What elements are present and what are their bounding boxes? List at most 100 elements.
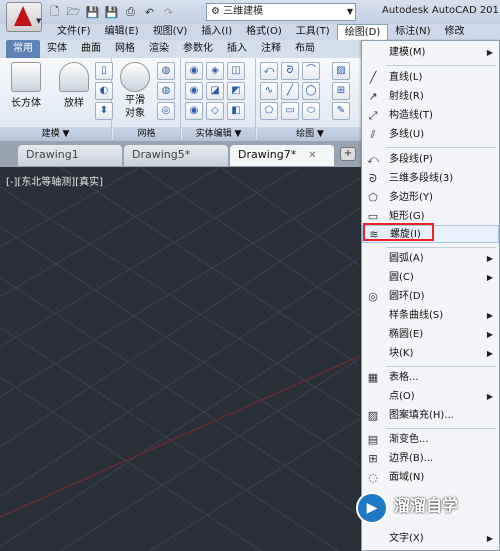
menu-item-spline[interactable]: 样条曲线(S) ▶ — [362, 307, 499, 325]
imprint-icon[interactable]: ◩ — [227, 82, 245, 100]
extract-edges-icon[interactable]: ◫ — [227, 62, 245, 80]
tab-home[interactable]: 常用 — [6, 40, 40, 58]
chevron-right-icon: ▶ — [486, 534, 493, 543]
tab-mesh[interactable]: 网格 — [108, 40, 142, 58]
menu-item-donut[interactable]: ◎ 圆环(D) — [362, 288, 499, 306]
ray-icon: ↗ — [368, 90, 378, 103]
mesh-refine-icon[interactable]: ◎ — [157, 102, 175, 120]
union-icon[interactable]: ◉ — [185, 62, 203, 80]
ribbon-hatch-icon[interactable]: ▨ — [332, 62, 350, 80]
menu-item-line[interactable]: ╱ 直线(L) — [362, 69, 499, 87]
menu-item-arc[interactable]: 圆弧(A) ▶ — [362, 250, 499, 268]
tab-solid[interactable]: 实体 — [40, 40, 74, 58]
ribbon-pen-icon[interactable]: ✎ — [332, 102, 350, 120]
saveas-icon[interactable]: 💾 — [103, 4, 120, 21]
mesh-smooth-more-icon[interactable]: ◍ — [157, 62, 175, 80]
print-icon[interactable]: ⎙ — [122, 4, 139, 21]
menu-insert[interactable]: 插入(I) — [194, 24, 239, 40]
menu-item-ellipse[interactable]: 椭圆(E) ▶ — [362, 326, 499, 344]
menu-item-label: 圆弧(A) — [389, 253, 424, 264]
new-icon[interactable]: 🗋 — [46, 4, 63, 21]
shell-icon[interactable]: ◇ — [206, 102, 224, 120]
menu-dimension[interactable]: 标注(N) — [388, 24, 437, 40]
extrude-icon[interactable]: ▯ — [95, 62, 113, 80]
menu-item-ray[interactable]: ↗ 射线(R) — [362, 88, 499, 106]
menu-tools[interactable]: 工具(T) — [289, 24, 337, 40]
ribbon-arc-icon[interactable]: ⌒ — [302, 62, 320, 80]
table-icon: ▦ — [367, 371, 379, 384]
undo-icon[interactable]: ↶ — [141, 4, 158, 21]
ribbon-rectangle-icon[interactable]: ▭ — [281, 102, 299, 120]
menu-item-3dpoly[interactable]: ᘐ 三维多段线(3) — [362, 170, 499, 188]
drawing-viewport[interactable]: [-][东北等轴测][真实] — [0, 167, 362, 551]
box-button[interactable]: 长方体 — [6, 62, 46, 109]
doc-tab-drawing5[interactable]: Drawing5* — [124, 145, 228, 166]
workspace-selector[interactable]: ⚙ 三维建模 ▼ — [206, 3, 356, 21]
panel-draw-label[interactable]: 绘图 ▼ — [257, 127, 363, 141]
ribbon-spline-icon[interactable]: ∿ — [260, 82, 278, 100]
pline-icon: ⤺ — [367, 153, 379, 166]
menu-item-modeling[interactable]: 建模(M) ▶ — [362, 44, 499, 62]
tab-insert[interactable]: 插入 — [220, 40, 254, 58]
menu-edit[interactable]: 编辑(E) — [98, 24, 146, 40]
menu-item-polygon[interactable]: ⬠ 多边形(Y) — [362, 189, 499, 207]
interfere-icon[interactable]: ◉ — [185, 102, 203, 120]
panel-modeling-label[interactable]: 建模 ▼ — [0, 127, 111, 141]
tab-layout[interactable]: 布局 — [288, 40, 322, 58]
application-menu-button[interactable]: ▼ — [6, 2, 42, 32]
watermark: ▶ 溜溜自学 ZIXUE.3D66.COM — [356, 484, 472, 532]
panel-mesh-label[interactable]: 网格 — [113, 127, 180, 141]
new-tab-button[interactable]: + — [340, 147, 356, 161]
slice-icon[interactable]: ◪ — [206, 82, 224, 100]
ribbon-line-icon[interactable]: ╱ — [281, 82, 299, 100]
menu-format[interactable]: 格式(O) — [239, 24, 289, 40]
redo-icon[interactable]: ↷ — [160, 4, 177, 21]
menu-item-boundary[interactable]: ⊞ 边界(B)... — [362, 450, 499, 468]
ribbon-pline-icon[interactable]: ⤺ — [260, 62, 278, 80]
menu-item-polyline[interactable]: ⤺ 多段线(P) — [362, 151, 499, 169]
gear-icon: ⚙ — [211, 6, 220, 17]
menu-draw[interactable]: 绘图(D) — [336, 24, 389, 40]
doc-tab-drawing1[interactable]: Drawing1 — [18, 145, 122, 166]
chevron-down-icon: ▼ — [346, 7, 353, 16]
open-icon[interactable]: 🗁 — [65, 4, 82, 21]
menu-item-label: 三维多段线(3) — [389, 173, 454, 184]
ribbon-boundary-icon[interactable]: ⊞ — [332, 82, 350, 100]
menu-item-mline[interactable]: ⫽ 多线(U) — [362, 126, 499, 144]
panel-solid-edit: ◉ ◈ ◫ ◉ ◪ ◩ ◉ ◇ ◧ 实体编辑 ▼ — [182, 58, 256, 141]
menu-separator — [386, 147, 496, 148]
doc-tab-drawing7[interactable]: Drawing7* ✕ — [230, 145, 334, 166]
panel-solid-edit-label[interactable]: 实体编辑 ▼ — [182, 127, 255, 141]
presspull-icon[interactable]: ⬍ — [95, 102, 113, 120]
ribbon-ellipse-icon[interactable]: ⬭ — [302, 102, 320, 120]
loft-label: 放样 — [64, 98, 84, 109]
menu-item-block[interactable]: 块(K) ▶ — [362, 345, 499, 363]
subtract-icon[interactable]: ◈ — [206, 62, 224, 80]
menu-item-point[interactable]: 点(O) ▶ — [362, 388, 499, 406]
tab-annotate[interactable]: 注释 — [254, 40, 288, 58]
menu-item-xline[interactable]: ⤢ 构造线(T) — [362, 107, 499, 125]
menu-item-table[interactable]: ▦ 表格... — [362, 369, 499, 387]
viewport-controls-label[interactable]: [-][东北等轴测][真实] — [6, 173, 103, 188]
tab-surface[interactable]: 曲面 — [74, 40, 108, 58]
ribbon-circle-icon[interactable]: ◯ — [302, 82, 320, 100]
ribbon-polygon-icon[interactable]: ⬠ — [260, 102, 278, 120]
mesh-smooth-less-icon[interactable]: ◍ — [157, 82, 175, 100]
separate-icon[interactable]: ◧ — [227, 102, 245, 120]
menu-modify[interactable]: 修改 — [438, 24, 472, 40]
menu-item-gradient[interactable]: ▤ 渐变色... — [362, 431, 499, 449]
menu-item-text[interactable]: 文字(X) ▶ — [362, 530, 499, 548]
tab-parametric[interactable]: 参数化 — [176, 40, 220, 58]
menu-item-circle[interactable]: 圆(C) ▶ — [362, 269, 499, 287]
save-icon[interactable]: 💾 — [84, 4, 101, 21]
menu-view[interactable]: 视图(V) — [146, 24, 195, 40]
smooth-object-button[interactable]: 平滑 对象 — [115, 62, 155, 120]
menu-item-hatch[interactable]: ▨ 图案填充(H)... — [362, 407, 499, 425]
intersect-icon[interactable]: ◉ — [185, 82, 203, 100]
close-icon[interactable]: ✕ — [308, 150, 316, 161]
menu-file[interactable]: 文件(F) — [50, 24, 98, 40]
loft-button[interactable]: 放样 — [54, 62, 94, 109]
tab-render[interactable]: 渲染 — [142, 40, 176, 58]
revolve-icon[interactable]: ◐ — [95, 82, 113, 100]
ribbon-3dpoly-icon[interactable]: ᘐ — [281, 62, 299, 80]
